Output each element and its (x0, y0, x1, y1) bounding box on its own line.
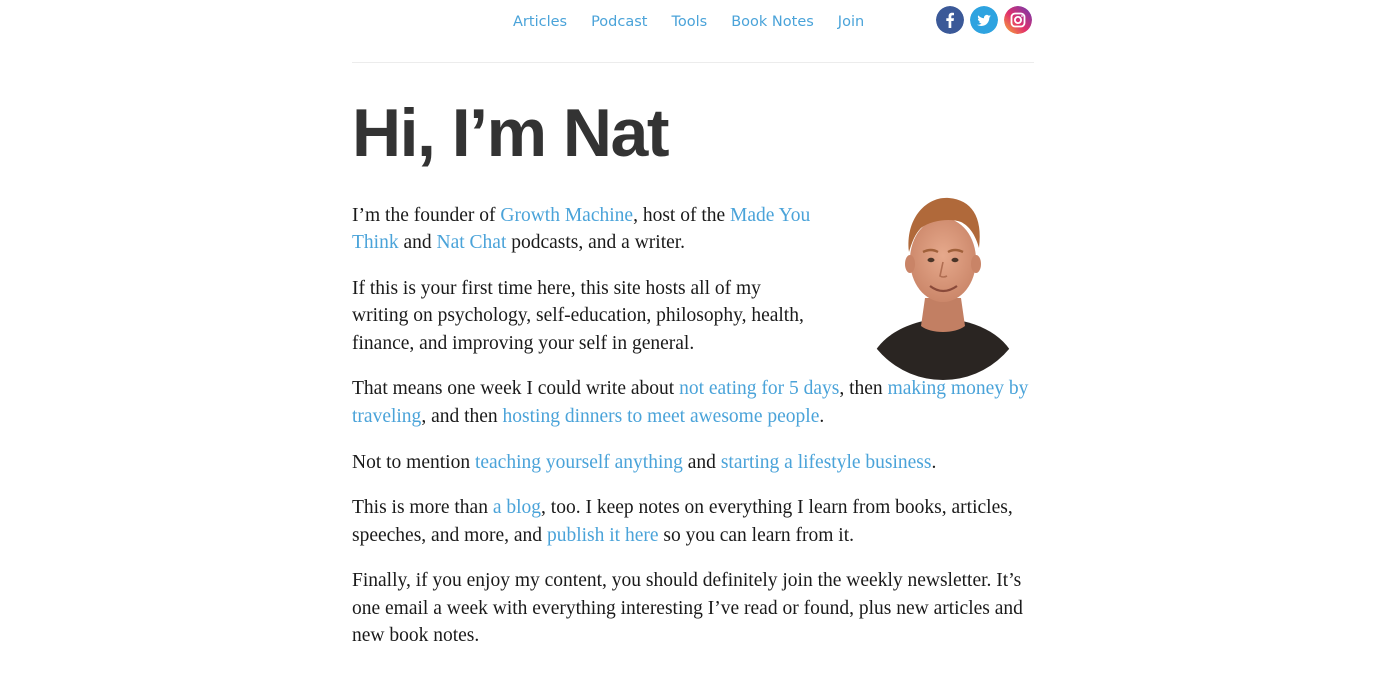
intro-paragraph-1: I’m the founder of Growth Machine, host … (352, 205, 811, 254)
lifestyle-business-link[interactable]: starting a lifestyle business (721, 452, 932, 473)
intro-paragraph-3: That means one week I could write about … (352, 378, 1029, 427)
intro-paragraph-2: If this is your first time here, this si… (352, 278, 804, 354)
instagram-icon[interactable] (1004, 6, 1032, 34)
nat-chat-link[interactable]: Nat Chat (437, 232, 507, 253)
nav-articles-link[interactable]: Articles (513, 12, 567, 32)
twitter-icon[interactable] (970, 6, 998, 34)
facebook-icon[interactable] (936, 6, 964, 34)
intro-paragraph-5: This is more than a blog, too. I keep no… (352, 497, 1013, 546)
publish-it-here-link[interactable]: publish it here (547, 525, 659, 546)
intro-text: I’m the founder of Growth Machine, host … (352, 202, 1034, 668)
hosting-dinners-link[interactable]: hosting dinners to meet awesome people (503, 406, 820, 427)
nav-book-notes-link[interactable]: Book Notes (731, 12, 814, 32)
social-links (936, 6, 1032, 34)
not-eating-link[interactable]: not eating for 5 days (679, 378, 839, 399)
intro-paragraph-4: Not to mention teaching yourself anythin… (352, 451, 937, 473)
teaching-yourself-link[interactable]: teaching yourself anything (475, 452, 683, 473)
page-title: Hi, I’m Nat (352, 95, 670, 171)
top-navigation: Articles Podcast Tools Book Notes Join (352, 0, 1034, 63)
nav-podcast-link[interactable]: Podcast (591, 12, 647, 32)
intro-paragraph-6: Finally, if you enjoy my content, you sh… (352, 570, 1023, 647)
blog-link[interactable]: a blog (493, 497, 541, 518)
nav-links: Articles Podcast Tools Book Notes Join (513, 12, 888, 32)
nav-tools-link[interactable]: Tools (671, 12, 707, 32)
growth-machine-link[interactable]: Growth Machine (500, 205, 633, 226)
page: Articles Podcast Tools Book Notes Join H… (0, 0, 1384, 690)
nav-join-link[interactable]: Join (838, 12, 864, 32)
